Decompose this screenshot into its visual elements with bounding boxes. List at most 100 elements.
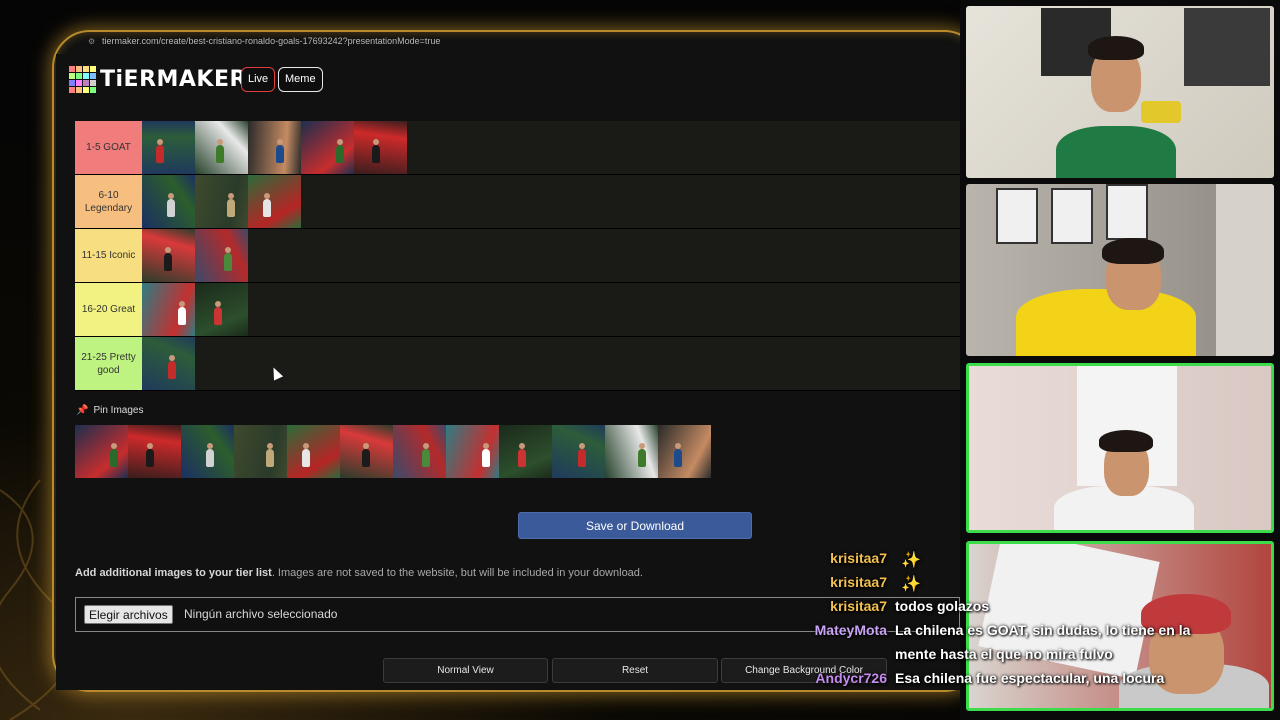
- logo-grid-icon: [69, 66, 96, 93]
- goal-thumbnail[interactable]: [142, 175, 195, 228]
- goal-thumbnail[interactable]: [75, 425, 128, 478]
- choose-files-button[interactable]: Elegir archivos: [84, 605, 173, 624]
- player-head: [519, 443, 525, 449]
- chat-username: krisitaa7: [830, 574, 887, 590]
- player-figure: [336, 145, 344, 163]
- sparkle-emote-icon: ✨: [901, 552, 921, 569]
- player-figure: [227, 199, 235, 217]
- tiermaker-logo[interactable]: TiERMAKER: [69, 66, 247, 93]
- tier-items[interactable]: [142, 229, 248, 282]
- player-head: [373, 139, 379, 145]
- sparkle-emote-icon: ✨: [901, 576, 921, 593]
- tier-items[interactable]: [142, 337, 195, 390]
- player-head: [225, 247, 231, 253]
- tier-items[interactable]: [142, 283, 248, 336]
- goal-thumbnail[interactable]: [195, 121, 248, 174]
- goal-thumbnail[interactable]: [393, 425, 446, 478]
- person-body: [1016, 289, 1196, 356]
- player-figure: [178, 307, 186, 325]
- address-bar[interactable]: ⚙ tiermaker.com/create/best-cristiano-ron…: [88, 36, 440, 46]
- live-button[interactable]: Live: [241, 67, 276, 92]
- tier-items[interactable]: [142, 175, 301, 228]
- player-figure: [422, 449, 430, 467]
- tier-label[interactable]: 1-5 GOAT: [75, 121, 142, 174]
- player-figure: [224, 253, 232, 271]
- goal-thumbnail[interactable]: [658, 425, 711, 478]
- player-head: [157, 139, 163, 145]
- tier-row: 1-5 GOAT: [75, 121, 960, 175]
- chat-username: krisitaa7: [830, 550, 887, 566]
- unranked-image-pool: [75, 425, 711, 478]
- player-head: [483, 443, 489, 449]
- webcam-2: [966, 184, 1274, 356]
- save-or-download-button[interactable]: Save or Download: [518, 512, 752, 539]
- goal-thumbnail[interactable]: [181, 425, 234, 478]
- tier-items[interactable]: [142, 121, 407, 174]
- tier-label[interactable]: 11-15 Iconic: [75, 229, 142, 282]
- pin-images-label: Pin Images: [93, 405, 144, 416]
- chat-message: La chilena es GOAT, sin dudas, lo tiene …: [895, 622, 1191, 638]
- add-images-heading: Add additional images to your tier list: [75, 567, 272, 579]
- normal-view-button[interactable]: Normal View: [383, 658, 548, 683]
- reset-button[interactable]: Reset: [552, 658, 718, 683]
- site-info-icon[interactable]: ⚙: [88, 37, 96, 46]
- goal-thumbnail[interactable]: [142, 229, 195, 282]
- chat-message: todos golazos: [895, 598, 990, 614]
- goal-thumbnail[interactable]: [195, 283, 248, 336]
- chat-username: MateyMota: [814, 622, 887, 638]
- player-figure: [146, 449, 154, 467]
- player-figure: [214, 307, 222, 325]
- goal-thumbnail[interactable]: [287, 425, 340, 478]
- window-blind: [1216, 184, 1274, 356]
- player-figure: [167, 199, 175, 217]
- goal-thumbnail[interactable]: [552, 425, 605, 478]
- player-head: [169, 355, 175, 361]
- player-figure: [362, 449, 370, 467]
- goal-thumbnail[interactable]: [142, 337, 195, 390]
- player-figure: [276, 145, 284, 163]
- goal-thumbnail[interactable]: [128, 425, 181, 478]
- meme-button[interactable]: Meme: [278, 67, 323, 92]
- goal-thumbnail[interactable]: [301, 121, 354, 174]
- goal-thumbnail[interactable]: [195, 229, 248, 282]
- pin-images-toggle[interactable]: 📌 Pin Images: [76, 405, 143, 416]
- player-figure: [164, 253, 172, 271]
- poster-frame: [996, 188, 1038, 244]
- goal-thumbnail[interactable]: [234, 425, 287, 478]
- tier-row: 21-25 Pretty good: [75, 337, 960, 391]
- player-head: [363, 443, 369, 449]
- chat-message: Esa chilena fue espectacular, una locura: [895, 670, 1165, 686]
- chat-message: ✨: [895, 550, 921, 570]
- player-head: [147, 443, 153, 449]
- goal-thumbnail[interactable]: [248, 121, 301, 174]
- player-figure: [216, 145, 224, 163]
- tier-row: 16-20 Great: [75, 283, 960, 337]
- goal-thumbnail[interactable]: [499, 425, 552, 478]
- goal-thumbnail[interactable]: [354, 121, 407, 174]
- player-figure: [674, 449, 682, 467]
- goal-thumbnail[interactable]: [605, 425, 658, 478]
- goal-thumbnail[interactable]: [248, 175, 301, 228]
- goal-thumbnail[interactable]: [142, 283, 195, 336]
- chat-username: Andycr726: [815, 670, 887, 686]
- tier-label[interactable]: 16-20 Great: [75, 283, 142, 336]
- goal-thumbnail[interactable]: [340, 425, 393, 478]
- player-head: [264, 193, 270, 199]
- goal-thumbnail[interactable]: [446, 425, 499, 478]
- person-body: [1056, 126, 1176, 178]
- add-images-text: Add additional images to your tier list.…: [75, 567, 643, 579]
- player-figure: [266, 449, 274, 467]
- player-head: [217, 139, 223, 145]
- webcam-column: [960, 0, 1280, 720]
- player-figure: [302, 449, 310, 467]
- microphone-icon: [1141, 101, 1181, 123]
- tier-label[interactable]: 6-10 Legendary: [75, 175, 142, 228]
- tier-label[interactable]: 21-25 Pretty good: [75, 337, 142, 390]
- goal-thumbnail[interactable]: [142, 121, 195, 174]
- tier-row: 6-10 Legendary: [75, 175, 960, 229]
- goal-thumbnail[interactable]: [195, 175, 248, 228]
- player-head: [179, 301, 185, 307]
- player-head: [277, 139, 283, 145]
- person-hair: [1102, 238, 1164, 264]
- player-figure: [168, 361, 176, 379]
